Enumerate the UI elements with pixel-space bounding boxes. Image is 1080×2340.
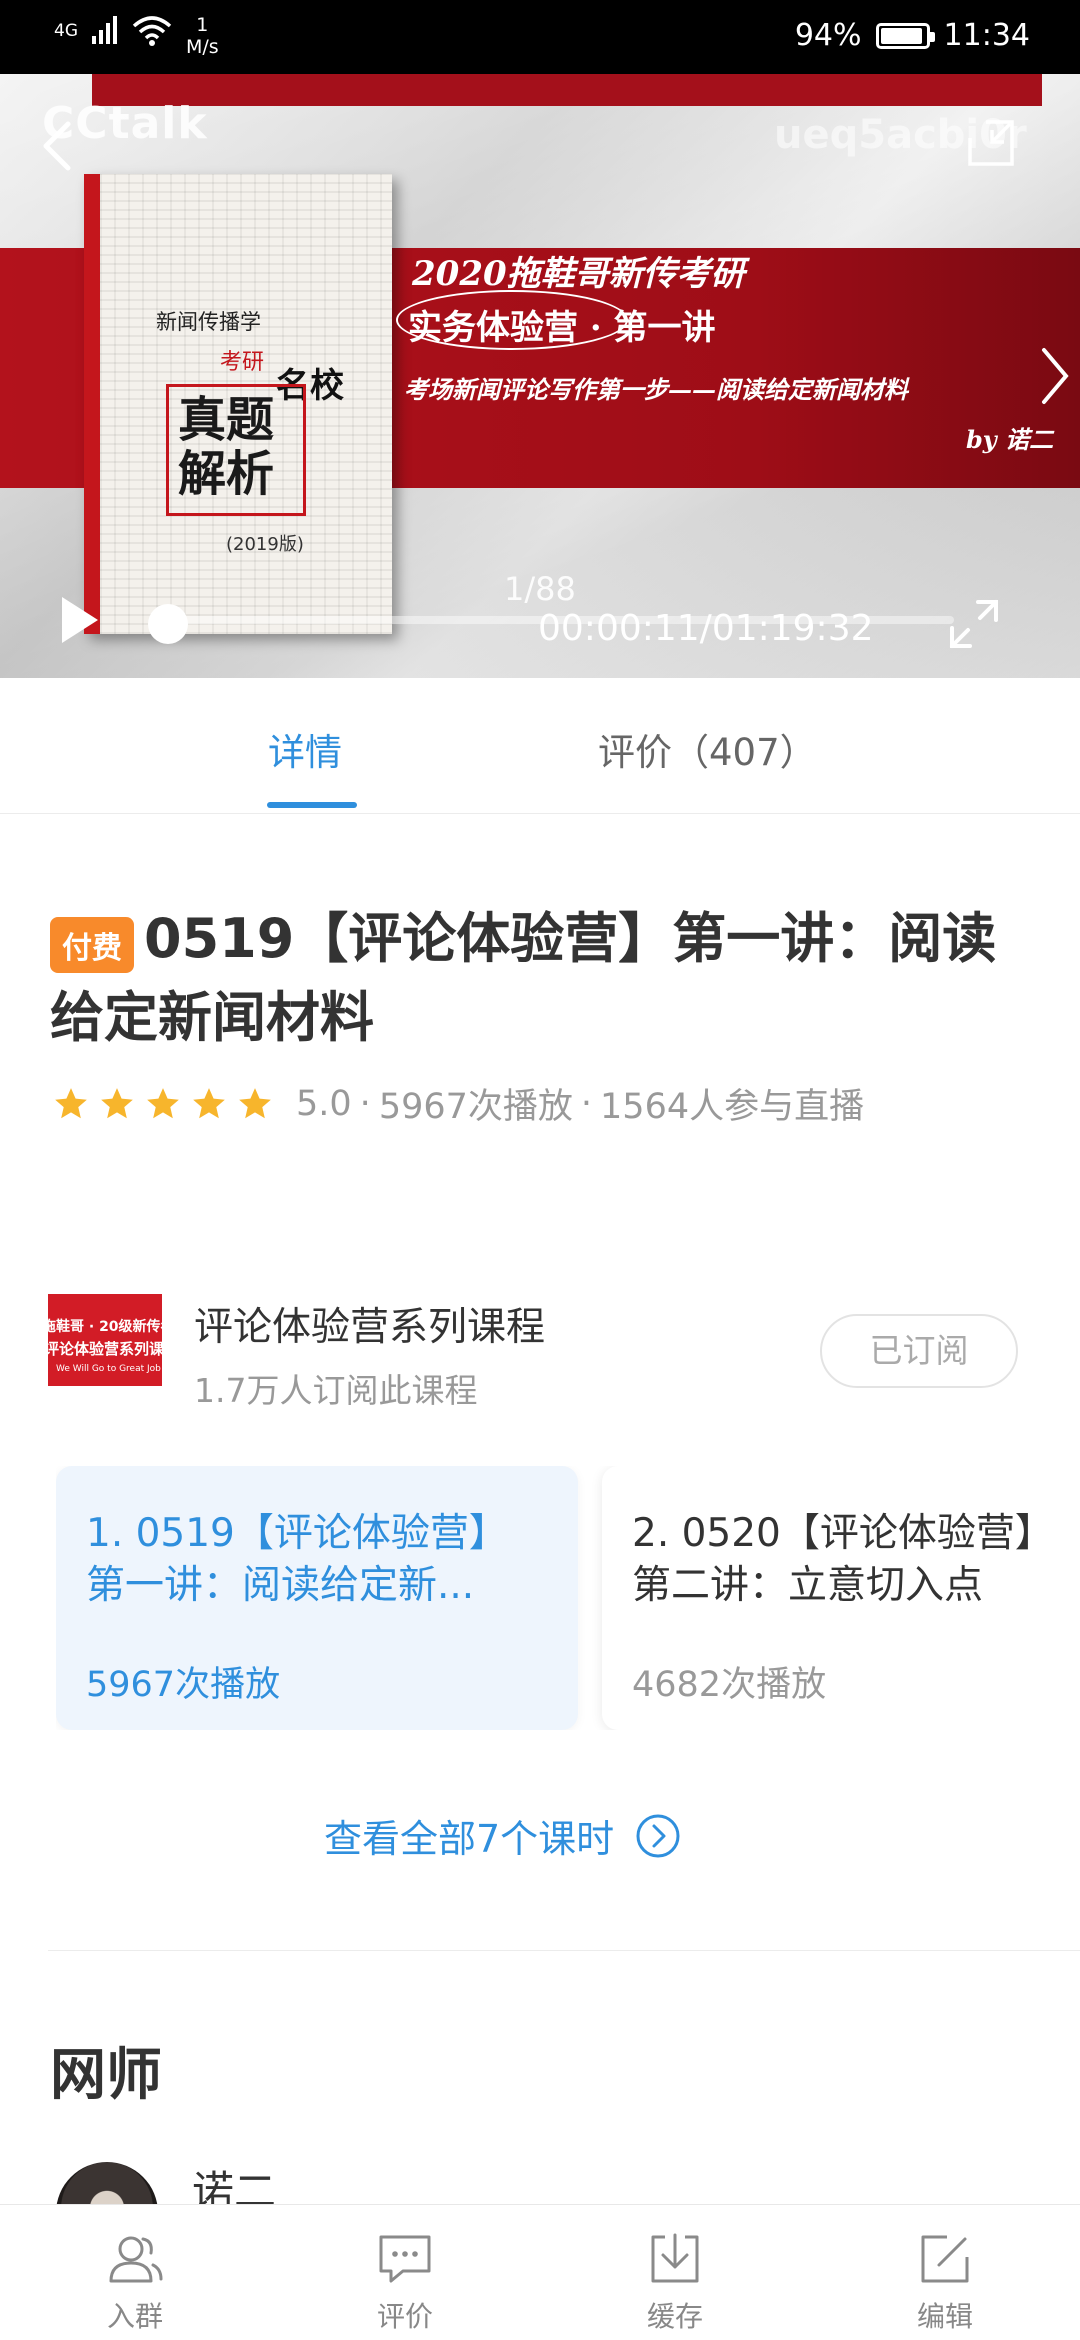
lesson-card-1[interactable]: 1. 0519【评论体验营】 第一讲：阅读给定新... 5967次播放 — [56, 1466, 578, 1730]
battery-percent: 94% — [794, 18, 862, 53]
series-thumb-line-1: 拖鞋哥 · 20级新传考研 — [48, 1319, 162, 1335]
edit-button[interactable]: 编辑 — [870, 2227, 1020, 2335]
cache-label: 缓存 — [646, 2300, 703, 2333]
edit-label: 编辑 — [916, 2300, 973, 2333]
teacher-section-title: 网师 — [50, 2043, 162, 2108]
back-icon[interactable] — [34, 118, 82, 174]
status-left: 4G 1 M/s — [54, 14, 219, 58]
book-text-big-2: 解析 — [178, 446, 275, 502]
divider — [48, 1950, 1080, 1951]
signal-icon — [92, 16, 117, 44]
book-text-big-1: 真题 — [178, 392, 275, 448]
circle-chevron-right-icon — [636, 1814, 680, 1857]
star-icon — [193, 1087, 225, 1118]
play-count: 5967次播放 — [378, 1087, 573, 1127]
fullscreen-icon[interactable] — [946, 596, 1002, 652]
status-right: 94% 11:34 — [795, 18, 1030, 53]
play-icon[interactable] — [58, 594, 102, 646]
clock: 11:34 — [943, 18, 1030, 53]
live-participants: 1564人参与直播 — [600, 1087, 865, 1127]
join-group-label: 入群 — [106, 2300, 163, 2333]
bottom-action-bar: 入群 评价 缓存 编辑 — [0, 2204, 1080, 2340]
lesson-card-2[interactable]: 2. 0520【评论体验营】 第二讲：立意切入点 4682次播放 — [602, 1466, 1080, 1730]
star-icon — [55, 1087, 87, 1118]
view-all-label: 查看全部7个课时 — [324, 1817, 615, 1861]
video-player[interactable]: 新闻传播学 考研 名校 真题 解析 (2019版) 2020拖鞋哥新传考研 实务… — [0, 74, 1080, 678]
download-icon — [651, 2233, 699, 2283]
cover-line-2: 实务体验营 · 第一讲 — [408, 308, 716, 348]
book-cover: 新闻传播学 考研 名校 真题 解析 (2019版) — [84, 174, 392, 634]
status-bar: 4G 1 M/s 94% 11:34 — [0, 0, 1080, 74]
series-subscribers: 1.7万人订阅此课程 — [194, 1371, 478, 1410]
review-button[interactable]: 评价 — [330, 2227, 480, 2335]
series-thumbnail: 拖鞋哥 · 20级新传考研 评论体验营系列课程 We Will Go to Gr… — [48, 1294, 162, 1404]
meta-separator: · — [359, 1083, 371, 1124]
paid-badge: 付费 — [50, 916, 134, 973]
battery-icon — [875, 22, 935, 49]
edit-icon — [921, 2235, 969, 2283]
series-card[interactable]: 拖鞋哥 · 20级新传考研 评论体验营系列课程 We Will Go to Gr… — [48, 1292, 1038, 1412]
lesson-list: 1. 0519【评论体验营】 第一讲：阅读给定新... 5967次播放 2. 0… — [56, 1466, 1080, 1730]
review-label: 评价 — [376, 2300, 433, 2333]
view-all-lessons-link[interactable]: 查看全部7个课时 — [324, 1808, 682, 1863]
lesson-card-title-line-2: 第二讲：立意切入点 — [632, 1563, 984, 1608]
lesson-title-block: 付费 0519【评论体验营】第一讲：阅读给定新闻材料 — [50, 902, 1050, 1055]
network-speed-unit: M/s — [186, 36, 219, 58]
lesson-meta: 5.0 · 5967次播放 · 1564人参与直播 — [52, 1078, 864, 1129]
cover-line-1: 2020拖鞋哥新传考研 — [412, 254, 745, 294]
series-thumb-line-3: We Will Go to Great Job ! — [56, 1364, 162, 1374]
book-text-small: 新闻传播学 — [156, 310, 261, 334]
cover-line-3: 考场新闻评论写作第一步——阅读给定新闻材料 — [404, 375, 908, 404]
network-speed-value: 1 — [196, 14, 209, 36]
lesson-card-title-line-2: 第一讲：阅读给定新... — [86, 1563, 475, 1608]
tab-bar: 详情 评价（407） — [0, 678, 1080, 814]
pip-icon[interactable] — [964, 116, 1020, 172]
comment-icon — [379, 2235, 431, 2283]
subscribed-button[interactable]: 已订阅 — [820, 1314, 1018, 1388]
meta-separator: · — [580, 1083, 593, 1124]
star-icon — [101, 1087, 133, 1118]
rating-stars — [52, 1085, 274, 1123]
tab-review[interactable]: 评价（407） — [598, 722, 817, 776]
series-thumb-line-2: 评论体验营系列课程 — [48, 1340, 162, 1358]
wifi-icon — [132, 16, 172, 46]
network-speed: 1 M/s — [186, 14, 219, 58]
tab-active-indicator — [267, 802, 357, 808]
video-time: 00:00:11/01:19:32 — [538, 608, 874, 649]
lesson-title: 0519【评论体验营】第一讲：阅读给定新闻材料 — [50, 907, 997, 1049]
star-icon — [147, 1087, 179, 1118]
cover-line-4: by 诺二 — [966, 425, 1054, 454]
group-icon — [109, 2236, 163, 2283]
lesson-card-plays: 4682次播放 — [632, 1665, 827, 1705]
cache-button[interactable]: 缓存 — [600, 2227, 750, 2335]
progress-handle[interactable] — [148, 604, 188, 644]
star-icon — [239, 1087, 271, 1118]
network-type: 4G — [54, 21, 78, 41]
join-group-button[interactable]: 入群 — [60, 2227, 210, 2335]
slide-page-indicator: 1/88 — [504, 570, 576, 608]
chevron-right-icon[interactable] — [1036, 344, 1072, 408]
book-edition: (2019版) — [226, 534, 304, 555]
lesson-card-title-line-1: 1. 0519【评论体验营】 — [86, 1511, 508, 1556]
tab-detail[interactable]: 详情 — [268, 722, 342, 776]
lesson-card-plays: 5967次播放 — [86, 1665, 281, 1705]
book-text-kaoyan: 考研 — [220, 350, 265, 375]
rating-value: 5.0 — [296, 1083, 352, 1124]
series-name: 评论体验营系列课程 — [194, 1305, 546, 1350]
lesson-card-title-line-1: 2. 0520【评论体验营】 — [632, 1511, 1054, 1556]
